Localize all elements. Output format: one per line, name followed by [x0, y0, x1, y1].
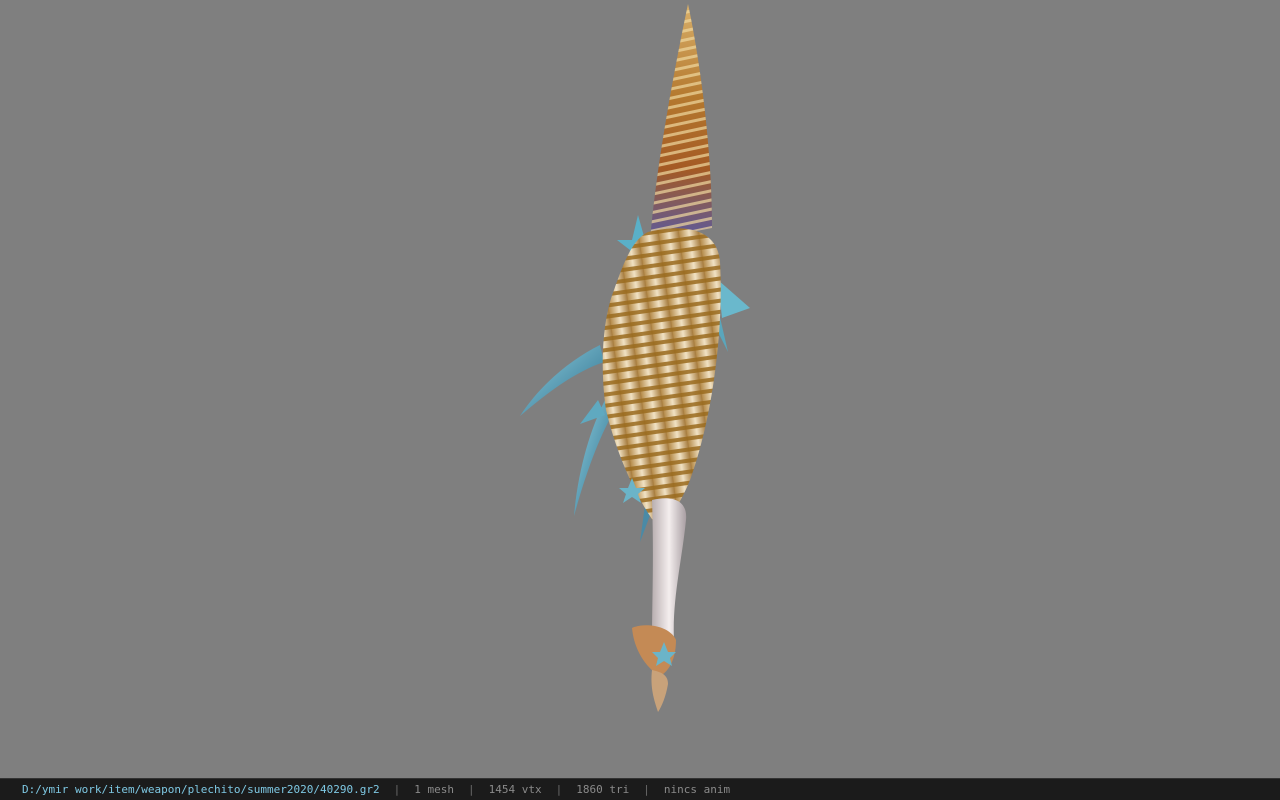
- spiral-tip-stripes: [650, 4, 712, 240]
- separator: |: [555, 783, 563, 796]
- 3d-viewport[interactable]: [0, 0, 1280, 778]
- separator: |: [393, 783, 401, 796]
- shell-body: [602, 228, 721, 530]
- mesh-count: 1 mesh: [414, 783, 454, 796]
- triangle-count: 1860 tri: [576, 783, 630, 796]
- separator: |: [468, 783, 475, 796]
- pommel-tip: [651, 670, 668, 712]
- model-render: [520, 4, 750, 712]
- vertex-count: 1454 vtx: [488, 783, 542, 796]
- separator: |: [643, 783, 650, 796]
- status-bar: D:/ymir work/item/weapon/plechito/summer…: [0, 778, 1280, 800]
- pommel-shell: [632, 625, 676, 676]
- file-path: D:/ymir work/item/weapon/plechito/summer…: [22, 783, 380, 796]
- spike-left-upper: [520, 345, 604, 416]
- shell-handle: [652, 498, 687, 640]
- anim-status: nincs anim: [663, 783, 731, 796]
- spike-right: [718, 280, 750, 318]
